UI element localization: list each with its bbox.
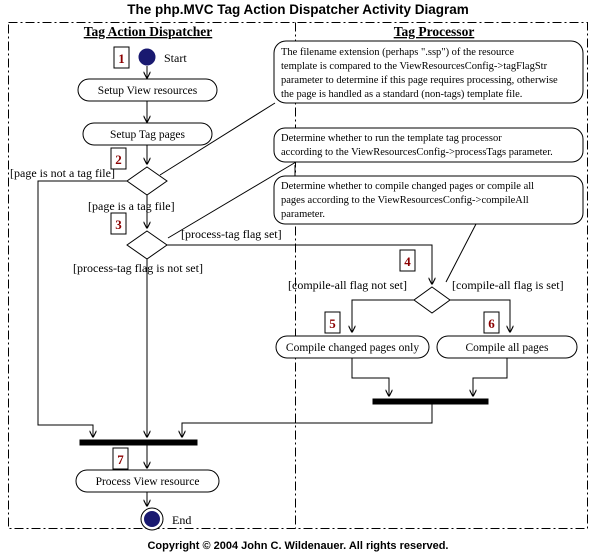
activity-label: Setup Tag pages xyxy=(110,129,186,141)
note-line: The filename extension (perhaps ".ssp") … xyxy=(281,47,514,58)
node-start: 1 Start xyxy=(113,46,187,69)
number-marker-label: 5 xyxy=(329,316,336,331)
decision-compile-all-flag: 4 xyxy=(399,249,451,314)
flow-compile-all-is-set xyxy=(450,299,510,332)
note-anchor-3 xyxy=(445,223,477,283)
note-line: Determine whether to run the template ta… xyxy=(281,133,502,144)
number-marker-label: 1 xyxy=(118,51,125,66)
start-label: Start xyxy=(164,51,187,65)
guard-compile-all-not-set: [compile-all flag not set] xyxy=(288,278,407,292)
activity-compile-all-pages: 6 Compile all pages xyxy=(436,311,578,359)
end-label: End xyxy=(172,513,191,527)
flow-compile-all-not-set xyxy=(352,299,414,332)
number-marker-label: 2 xyxy=(115,152,122,167)
note-line: the page is handled as a standard (non-t… xyxy=(281,89,522,100)
number-marker-label: 4 xyxy=(404,254,411,269)
number-marker-label: 7 xyxy=(117,452,124,467)
activity-diagram-canvas: The php.MVC Tag Action Dispatcher Activi… xyxy=(8,2,588,552)
swimlane-header-tag-action-dispatcher: Tag Action Dispatcher xyxy=(84,24,213,39)
flow-right-join-to-left-join xyxy=(182,404,433,437)
guard-process-tag-flag-not-set: [process-tag flag is not set] xyxy=(73,261,203,275)
activity-label: Setup View resources xyxy=(98,85,198,97)
activity-setup-view-resources: Setup View resources xyxy=(77,78,218,102)
note-line: parameter. xyxy=(281,209,325,220)
activity-label: Compile all pages xyxy=(465,342,549,354)
note-line: parameter to determine if this page requ… xyxy=(281,75,558,86)
note-line: pages according to the ViewResourcesConf… xyxy=(281,195,529,206)
guard-compile-all-is-set: [compile-all flag is set] xyxy=(452,278,564,292)
join-bar-tag-processor xyxy=(372,398,489,405)
activity-diagram-root: The php.MVC Tag Action Dispatcher Activi… xyxy=(0,0,596,556)
join-bar-tag-action-dispatcher xyxy=(79,439,198,446)
note-process-tags: Determine whether to run the template ta… xyxy=(273,127,584,163)
note-compile-all: Determine whether to compile changed pag… xyxy=(273,175,584,225)
page-title: The php.MVC Tag Action Dispatcher Activi… xyxy=(127,2,469,17)
swimlane-header-tag-processor: Tag Processor xyxy=(394,24,475,39)
number-marker-label: 3 xyxy=(115,217,122,232)
note-line: Determine whether to compile changed pag… xyxy=(281,181,534,192)
flow-compile-all-to-right-join xyxy=(473,358,508,396)
guard-page-not-tag-file: [page is not a tag file] xyxy=(10,166,115,180)
note-line: according to the ViewResourcesConfig->pr… xyxy=(281,147,553,158)
note-line: template is compared to the ViewResource… xyxy=(281,61,548,72)
guard-page-is-tag-file: [page is a tag file] xyxy=(88,199,175,213)
final-node-core xyxy=(144,511,160,527)
guard-process-tag-flag-set: [process-tag flag set] xyxy=(181,227,282,241)
flow-compile-changed-to-right-join xyxy=(351,358,389,396)
decision-diamond xyxy=(126,230,168,260)
decision-page-is-tag-file: 2 xyxy=(110,147,168,196)
activity-setup-tag-pages: Setup Tag pages xyxy=(82,122,213,146)
activity-label: Process View resource xyxy=(96,476,200,488)
note-tag-flag-str: The filename extension (perhaps ".ssp") … xyxy=(273,40,584,104)
activity-label: Compile changed pages only xyxy=(286,342,419,354)
decision-diamond xyxy=(413,286,451,314)
initial-node-circle xyxy=(138,48,156,66)
number-marker-label: 6 xyxy=(488,316,495,331)
node-end: End xyxy=(140,507,191,531)
decision-process-tag-flag: 3 xyxy=(110,212,168,260)
decision-diamond xyxy=(126,166,168,196)
copyright-notice: Copyright © 2004 John C. Wildenauer. All… xyxy=(147,540,448,552)
